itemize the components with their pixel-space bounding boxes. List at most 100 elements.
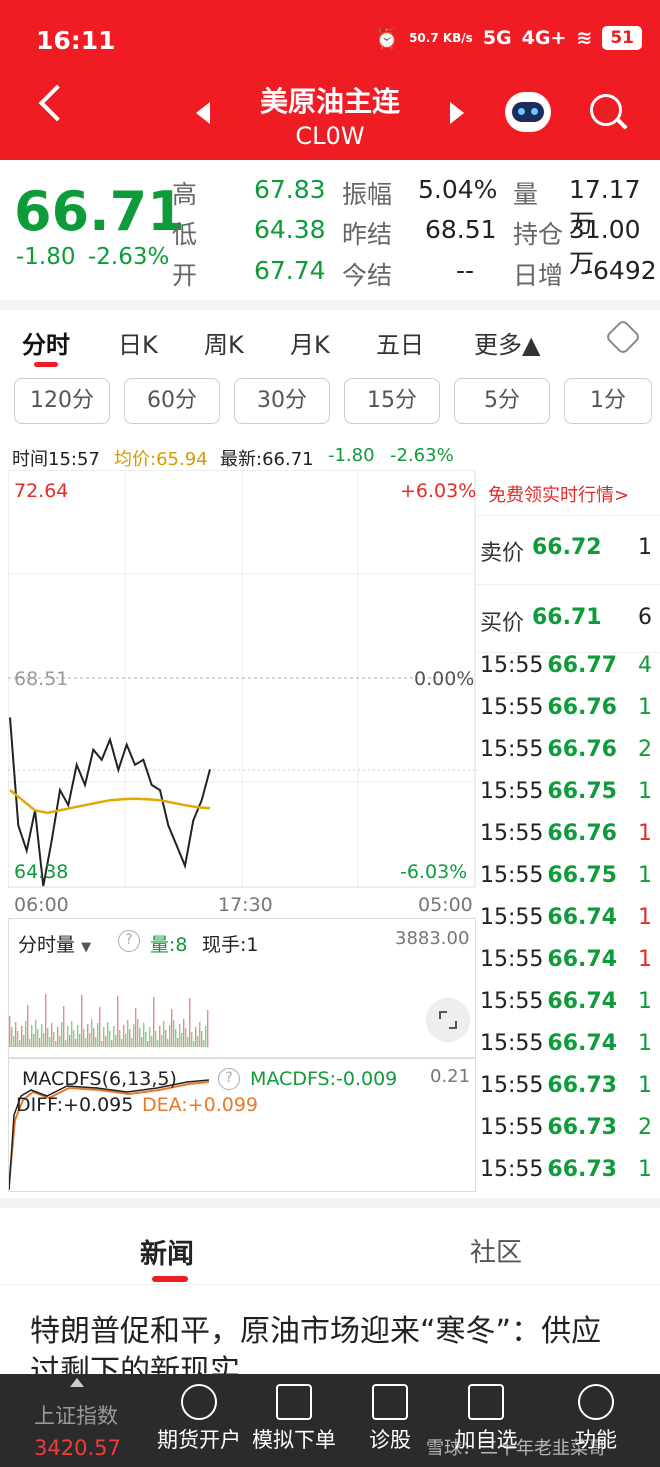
robot-assistant-icon[interactable] xyxy=(505,92,551,132)
trade-time: 15:55 xyxy=(480,863,544,888)
volume-bar xyxy=(29,1039,31,1047)
tab-news[interactable]: 新闻 xyxy=(140,1232,194,1271)
settle-value: -- xyxy=(456,256,475,285)
volume-bar xyxy=(165,1030,167,1047)
period-15m[interactable]: 15分 xyxy=(344,378,440,424)
tab-more[interactable]: 更多▲ xyxy=(474,325,540,360)
bid-price: 66.71 xyxy=(532,605,602,630)
trade-volume: 1 xyxy=(638,695,652,720)
volume-bar xyxy=(203,1040,205,1047)
news-tab-indicator xyxy=(152,1276,188,1282)
volume-bar xyxy=(81,995,83,1047)
trade-time: 15:55 xyxy=(480,821,544,846)
expand-up-icon[interactable] xyxy=(70,1378,84,1387)
tab-intraday[interactable]: 分时 xyxy=(22,325,70,360)
volume-bar xyxy=(147,1041,149,1047)
volume-bar xyxy=(15,1022,17,1047)
add-icon xyxy=(468,1384,504,1420)
trade-volume: 1 xyxy=(638,1073,652,1098)
volume-bar xyxy=(83,1029,85,1047)
index-label[interactable]: 上证指数 xyxy=(34,1400,118,1430)
period-1m[interactable]: 1分 xyxy=(564,378,652,424)
trade-tick-row: 15:55 66.75 1 xyxy=(480,863,652,888)
amplitude-value: 5.04% xyxy=(418,175,498,204)
period-60m[interactable]: 60分 xyxy=(124,378,220,424)
volume-bar xyxy=(157,1040,159,1047)
volume-panel-selector[interactable]: 分时量 ▼ xyxy=(18,930,91,957)
nav-simulated-order-label: 模拟下单 xyxy=(252,1428,336,1452)
volume-bar xyxy=(181,1033,183,1047)
tab-daily-k[interactable]: 日K xyxy=(118,325,158,360)
period-5m[interactable]: 5分 xyxy=(454,378,550,424)
volume-bar xyxy=(43,1033,45,1047)
tab-five-day[interactable]: 五日 xyxy=(376,325,424,360)
volume-bar xyxy=(119,1030,121,1047)
volume-bar xyxy=(59,1036,61,1047)
nav-futures-account[interactable]: 期货开户 xyxy=(155,1384,243,1454)
volume-bar xyxy=(111,1040,113,1047)
volume-bar xyxy=(149,1027,151,1047)
volume-bar xyxy=(113,1026,115,1047)
trade-price: 66.76 xyxy=(547,821,617,846)
volume-bar xyxy=(49,1037,51,1047)
trade-price: 66.76 xyxy=(547,695,617,720)
volume-bar xyxy=(109,1031,111,1047)
trade-time: 15:55 xyxy=(480,695,544,720)
chart-y-mid-pct: 0.00% xyxy=(414,668,475,690)
trade-volume: 2 xyxy=(638,1115,652,1140)
volume-bar xyxy=(115,1035,117,1047)
fullscreen-icon[interactable] xyxy=(426,998,470,1042)
volume-bar xyxy=(95,1037,97,1047)
help-icon[interactable]: ? xyxy=(218,1068,240,1090)
volume-bar xyxy=(153,997,155,1047)
volume-bar xyxy=(91,1019,93,1047)
chart-y-top-pct: +6.03% xyxy=(400,480,477,502)
network-speed: 50.7 KB/s xyxy=(409,31,473,45)
period-30m[interactable]: 30分 xyxy=(234,378,330,424)
trade-tick-row: 15:55 66.73 2 xyxy=(480,1115,652,1140)
volume-bar xyxy=(189,998,191,1047)
trade-volume: 1 xyxy=(638,1031,652,1056)
tab-monthly-k[interactable]: 月K xyxy=(290,325,330,360)
volume-bar xyxy=(151,1036,153,1047)
nav-stock-diagnosis[interactable]: 诊股 xyxy=(346,1384,434,1454)
trade-time: 15:55 xyxy=(480,737,544,762)
status-time: 16:11 xyxy=(36,26,116,55)
dea-value: DEA:+0.099 xyxy=(142,1094,259,1116)
info-change: -1.80 xyxy=(328,445,375,466)
trade-time: 15:55 xyxy=(480,1073,544,1098)
volume-bar xyxy=(127,1020,129,1047)
settings-hexagon-icon[interactable] xyxy=(604,318,642,356)
volume-bar xyxy=(171,1009,173,1047)
info-latest: 最新:66.71 xyxy=(220,449,314,470)
nav-simulated-order[interactable]: 模拟下单 xyxy=(250,1384,338,1454)
period-120m[interactable]: 120分 xyxy=(14,378,110,424)
volume-bar xyxy=(125,1034,127,1047)
news-headline[interactable]: 特朗普促和平，原油市场迎来“寒冬”：供应过剩下的新现实 xyxy=(30,1312,630,1374)
trade-time: 15:55 xyxy=(480,779,544,804)
next-contract-icon[interactable] xyxy=(450,102,464,124)
trade-tick-row: 15:55 66.76 1 xyxy=(480,821,652,846)
volume-bar xyxy=(67,1026,69,1047)
volume-bar xyxy=(155,1031,157,1047)
chart-y-mid: 68.51 xyxy=(14,668,69,690)
volume-bar xyxy=(191,1032,193,1047)
tab-weekly-k[interactable]: 周K xyxy=(204,325,244,360)
macd-label[interactable]: MACDFS(6,13,5) xyxy=(22,1068,177,1090)
macd-top-value: 0.21 xyxy=(430,1066,471,1087)
volume-bar xyxy=(25,1021,27,1047)
volume-bar xyxy=(63,1006,65,1047)
intraday-chart[interactable] xyxy=(8,470,476,888)
trade-volume: 1 xyxy=(638,779,652,804)
tab-community[interactable]: 社区 xyxy=(470,1232,522,1269)
volume-current: 量:8 xyxy=(150,934,188,956)
price-change: -1.80 xyxy=(16,244,76,270)
promo-link[interactable]: 免费领实时行情> xyxy=(488,481,629,507)
tab-active-indicator xyxy=(34,362,58,367)
volume-bar xyxy=(141,1037,143,1047)
volume-bar xyxy=(173,1020,175,1047)
help-icon[interactable]: ? xyxy=(118,930,140,952)
macdfs-value: MACDFS:-0.009 xyxy=(250,1068,398,1090)
volume-bar xyxy=(123,1025,125,1047)
ask-price: 66.72 xyxy=(532,535,602,560)
